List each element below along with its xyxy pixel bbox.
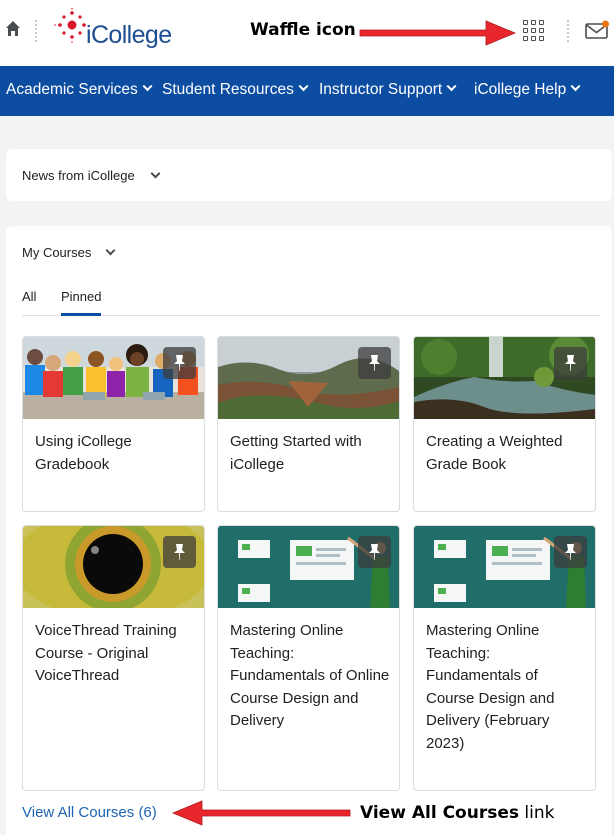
pin-icon[interactable] (163, 536, 196, 568)
mail-icon[interactable] (585, 20, 610, 40)
callout-arrow-right (359, 20, 517, 46)
divider (567, 20, 569, 42)
course-card[interactable]: Mastering Online Teaching: Fundamentals … (413, 525, 596, 791)
course-title: VoiceThread Training Course - Original V… (35, 622, 177, 684)
chevron-down-icon (298, 81, 309, 92)
callout-arrow-left (171, 800, 351, 826)
logo-text: iCollege (86, 21, 172, 49)
my-courses-title: My Courses (22, 245, 92, 260)
home-icon[interactable] (5, 20, 21, 38)
course-title: Getting Started with iCollege (230, 433, 362, 473)
top-bar: iCollege Waffle icon (0, 0, 614, 66)
course-card[interactable]: Mastering Online Teaching: Fundamentals … (217, 525, 400, 791)
tabs-divider (22, 315, 600, 316)
nav-icollege-help[interactable]: iCollege Help (474, 66, 581, 116)
chevron-down-icon (570, 81, 581, 92)
course-title: Creating a Weighted Grade Book (426, 433, 563, 473)
news-widget: News from iCollege (6, 149, 612, 201)
notification-dot (602, 20, 609, 28)
tab-active-indicator (61, 313, 101, 316)
nav-instructor-support[interactable]: Instructor Support (319, 66, 457, 116)
chevron-down-icon (446, 81, 457, 92)
main-nav: Academic Services Student Resources Inst… (0, 66, 614, 116)
course-title: Mastering Online Teaching: Fundamentals … (426, 622, 555, 752)
course-card[interactable]: VoiceThread Training Course - Original V… (22, 525, 205, 791)
chevron-down-icon[interactable] (150, 168, 161, 179)
nav-academic-services[interactable]: Academic Services (6, 66, 153, 116)
chevron-down-icon[interactable] (105, 245, 116, 256)
tab-pinned[interactable]: Pinned (61, 289, 101, 304)
course-card[interactable]: Using iCollege Gradebook (22, 336, 205, 512)
course-card[interactable]: Getting Started with iCollege (217, 336, 400, 512)
course-card[interactable]: Creating a Weighted Grade Book (413, 336, 596, 512)
nav-student-resources[interactable]: Student Resources (162, 66, 309, 116)
tab-all[interactable]: All (22, 289, 36, 304)
pin-icon[interactable] (163, 347, 196, 379)
chevron-down-icon (142, 81, 153, 92)
view-all-courses-link[interactable]: View All Courses (6) (22, 804, 157, 821)
waffle-icon[interactable] (523, 20, 547, 42)
pin-icon[interactable] (358, 536, 391, 568)
course-title: Mastering Online Teaching: Fundamentals … (230, 622, 390, 729)
waffle-icon-callout: Waffle icon (250, 20, 356, 40)
pin-icon[interactable] (554, 347, 587, 379)
pin-icon[interactable] (554, 536, 587, 568)
divider (35, 20, 37, 42)
pin-icon[interactable] (358, 347, 391, 379)
news-title: News from iCollege (22, 168, 135, 183)
view-all-courses-callout: View All Courses link (360, 803, 555, 823)
course-title: Using iCollege Gradebook (35, 433, 132, 473)
